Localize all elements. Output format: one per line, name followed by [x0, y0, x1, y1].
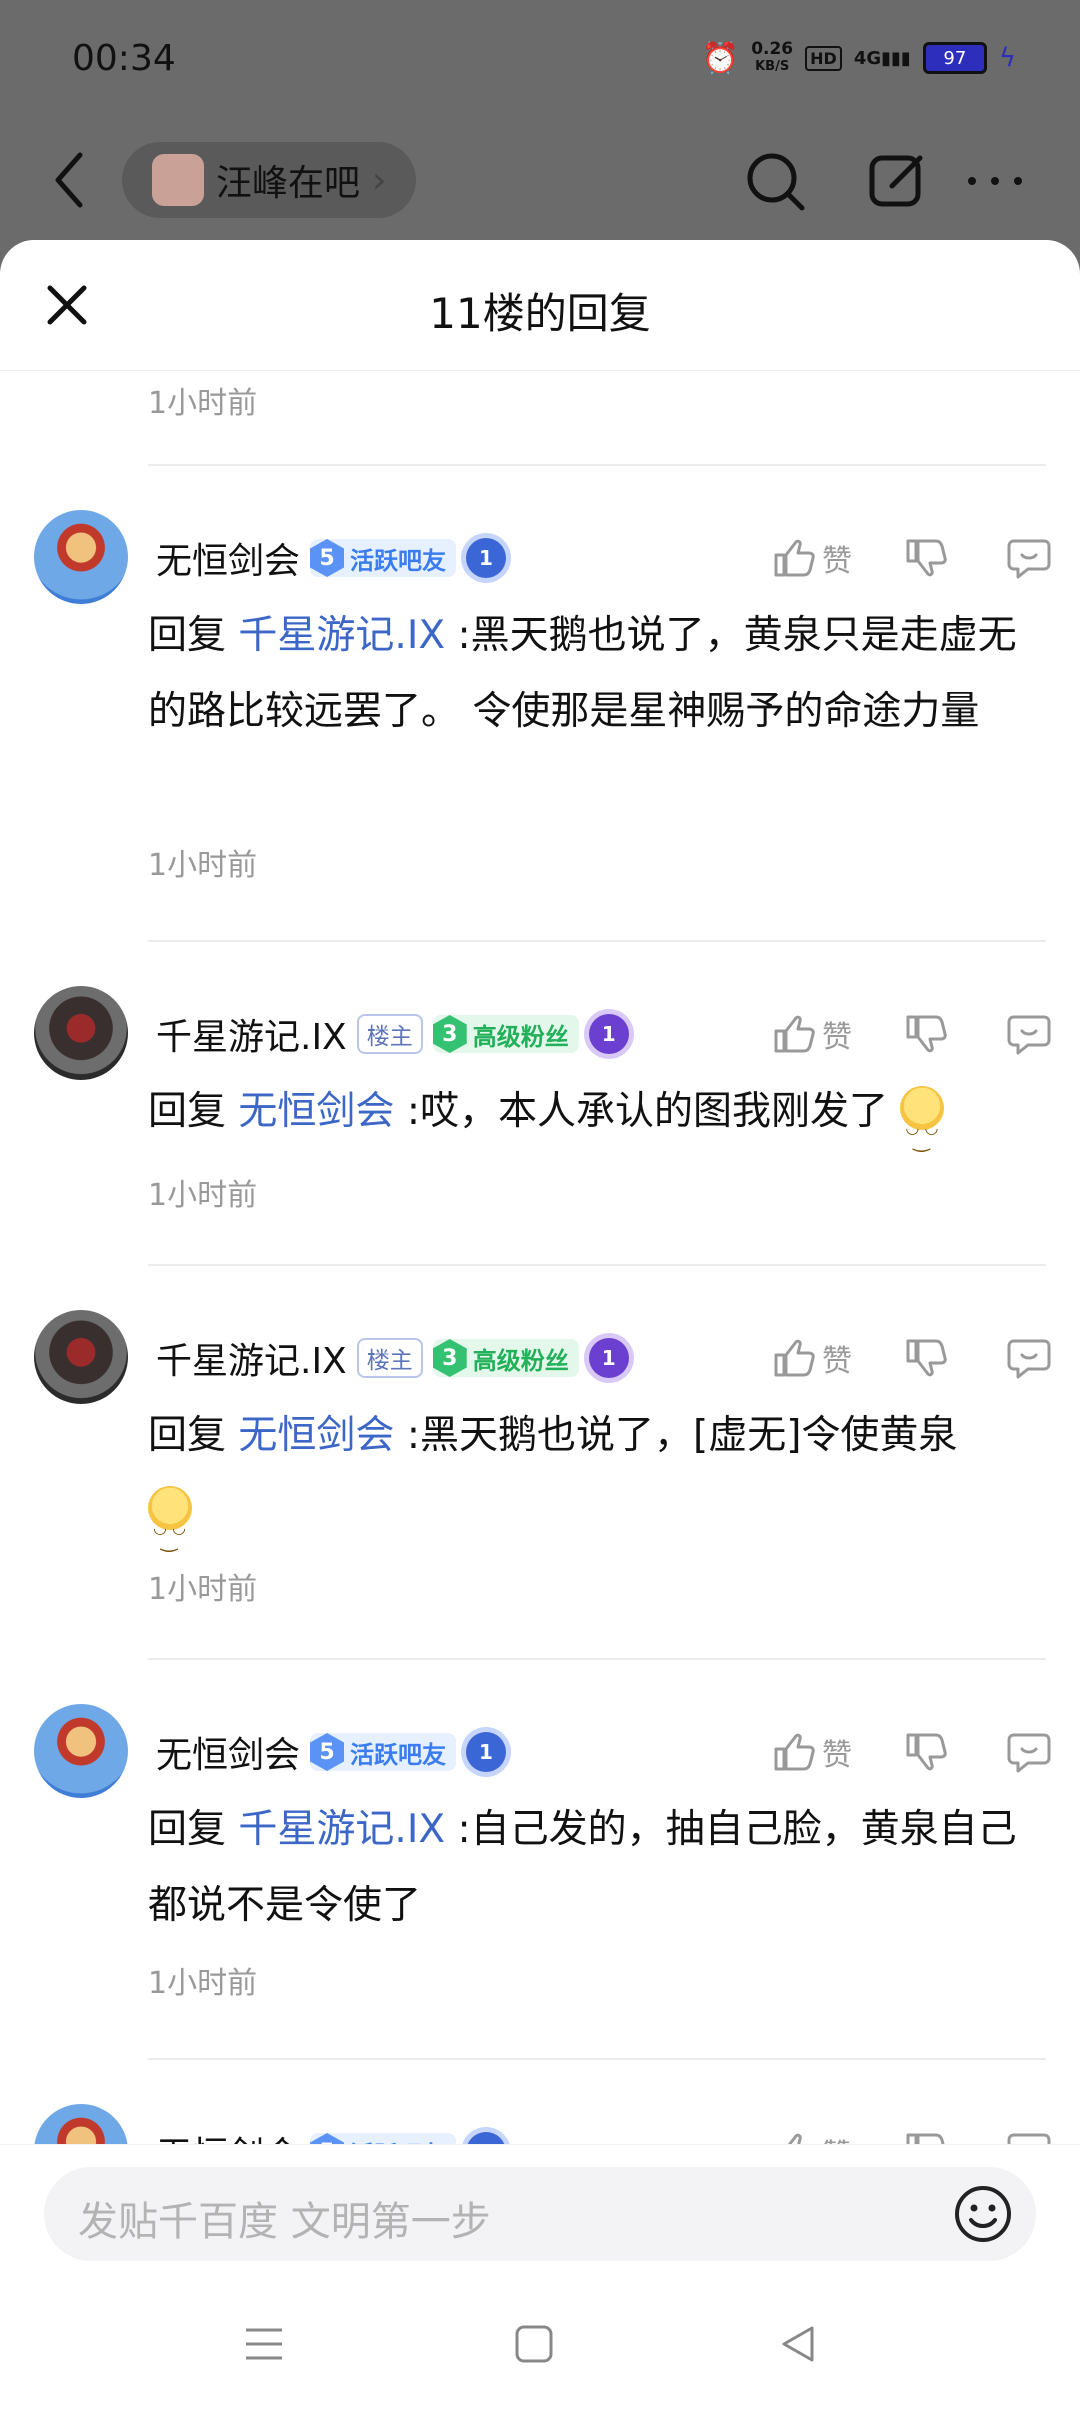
net-speed: 0.26 KB/S [751, 39, 794, 74]
back-triangle-icon[interactable] [776, 2322, 820, 2366]
like-button[interactable]: 赞 [770, 1729, 852, 1775]
reply-target[interactable]: 无恒剑会 [238, 1413, 394, 1458]
username[interactable]: 千星游记.IX [156, 1332, 347, 1384]
charging-icon: ϟ [998, 43, 1016, 73]
reply-target[interactable]: 千星游记.IX [238, 613, 445, 658]
owner-tag: 楼主 [356, 1338, 423, 1378]
emoji-icon[interactable] [952, 2183, 1014, 2245]
system-nav-bar [0, 2272, 1080, 2412]
timestamp: 1小时前 [148, 848, 258, 883]
username[interactable]: 无恒剑会 [156, 532, 300, 584]
medal-icon: 1 [466, 1732, 507, 1772]
hd-icon: HD [805, 45, 842, 71]
avatar[interactable] [34, 510, 128, 604]
input-placeholder: 发贴千百度 文明第一步 [78, 2199, 491, 2245]
medal-icon: 1 [588, 1014, 629, 1054]
replies-sheet: 11楼的回复 1小时前 无恒剑会 5 活跃吧友 1 赞 回复 千星游记.IX :黑… [0, 240, 1080, 2412]
back-icon[interactable] [40, 140, 100, 220]
divider [148, 2058, 1046, 2060]
medal-icon: 1 [588, 1338, 629, 1378]
avatar[interactable] [34, 986, 128, 1080]
timestamp: 1小时前 [148, 1178, 258, 1213]
search-icon[interactable] [740, 146, 810, 216]
username[interactable]: 无恒剑会 [156, 1726, 300, 1778]
reply-item[interactable]: 无恒剑会 5 活跃吧友 1 赞 回复 千星游记.IX :黑天鹅也说了，黄泉只是走虚… [0, 510, 1080, 930]
comment-icon[interactable] [1006, 1335, 1052, 1381]
thumbs-up-icon [774, 1733, 815, 1771]
reply-item[interactable]: 千星游记.IX 楼主 3 高级粉丝 1 赞 回复 无恒剑会 :黑天鹅也说了，[虚无… [0, 1310, 1080, 1690]
avatar[interactable] [34, 1704, 128, 1798]
thumbs-up-icon [774, 539, 815, 577]
reply-target[interactable]: 无恒剑会 [238, 1089, 394, 1134]
timestamp: 1小时前 [148, 1966, 258, 2001]
top-nav: 汪峰在吧 › [0, 130, 1080, 240]
divider [148, 940, 1046, 942]
sheet-title: 11楼的回复 [429, 289, 651, 338]
sheet-header: 11楼的回复 [0, 240, 1080, 371]
level-badge: 3 高级粉丝 [432, 1015, 579, 1053]
chevron-right-icon: › [372, 159, 387, 201]
avatar[interactable] [34, 1310, 128, 1404]
thumbs-down-icon[interactable] [902, 1729, 948, 1775]
reply-content: 回复 无恒剑会 :黑天鹅也说了，[虚无]令使黄泉 [148, 1398, 1040, 1578]
username[interactable]: 千星游记.IX [156, 1008, 347, 1060]
menu-icon[interactable] [240, 2322, 288, 2366]
edit-icon[interactable] [862, 146, 932, 216]
thumbs-down-icon[interactable] [902, 1335, 948, 1381]
home-icon[interactable] [512, 2322, 556, 2366]
forum-name: 汪峰在吧 [216, 163, 361, 204]
smile-emoji-icon [900, 1086, 945, 1178]
forum-chip[interactable]: 汪峰在吧 › [122, 142, 417, 218]
reply-list[interactable]: 1小时前 无恒剑会 5 活跃吧友 1 赞 回复 千星游记.IX :黑天鹅也说了，黄… [0, 370, 1080, 2240]
owner-tag: 楼主 [356, 1014, 423, 1054]
level-badge: 3 高级粉丝 [432, 1339, 579, 1377]
divider [148, 464, 1046, 466]
alarm-icon: ⏰ [701, 40, 740, 76]
forum-avatar [152, 154, 204, 206]
thumbs-up-icon [774, 1015, 815, 1053]
like-button[interactable]: 赞 [770, 1335, 852, 1381]
medal-icon: 1 [466, 538, 507, 578]
more-icon[interactable] [960, 146, 1030, 216]
like-button[interactable]: 赞 [770, 535, 852, 581]
reply-target[interactable]: 千星游记.IX [238, 1807, 445, 1852]
reply-content: 回复 无恒剑会 :哎，本人承认的图我刚发了 [148, 1074, 1040, 1178]
timestamp: 1小时前 [148, 1572, 258, 1607]
thumbs-down-icon[interactable] [902, 535, 948, 581]
status-bar: 00:34 ⏰ 0.26 KB/S HD 4G▮▮▮ 97 ϟ [0, 0, 1080, 120]
reply-content: 回复 千星游记.IX :黑天鹅也说了，黄泉只是走虚无的路比较远罢了。 令使那是星… [148, 613, 1017, 734]
thumbs-down-icon[interactable] [902, 1011, 948, 1057]
signal-icon: 4G▮▮▮ [853, 47, 911, 69]
divider [148, 1264, 1046, 1266]
reply-item[interactable]: 千星游记.IX 楼主 3 高级粉丝 1 赞 回复 无恒剑会 :哎，本人承认的图我刚… [0, 986, 1080, 1286]
comment-icon[interactable] [1006, 535, 1052, 581]
timestamp: 1小时前 [148, 386, 258, 421]
comment-icon[interactable] [1006, 1011, 1052, 1057]
level-badge: 5活跃吧友 [310, 1733, 457, 1771]
smile-emoji-icon [148, 1486, 192, 1578]
clock: 00:34 [72, 38, 176, 79]
like-button[interactable]: 赞 [770, 1011, 852, 1057]
comment-icon[interactable] [1006, 1729, 1052, 1775]
level-badge: 5活跃吧友 [310, 539, 457, 577]
thumbs-up-icon [774, 1339, 815, 1377]
divider [148, 1658, 1046, 1660]
reply-item[interactable]: 无恒剑会 5 活跃吧友 1 赞 回复 千星游记.IX :自己发的，抽自己脸，黄泉自… [0, 1704, 1080, 2044]
reply-content: 回复 千星游记.IX :自己发的，抽自己脸，黄泉自己都说不是令使了 [148, 1807, 1017, 1928]
battery-icon: 97 [922, 42, 987, 74]
reply-input-bar: 发贴千百度 文明第一步 [0, 2144, 1080, 2273]
reply-input[interactable]: 发贴千百度 文明第一步 [44, 2167, 1036, 2261]
